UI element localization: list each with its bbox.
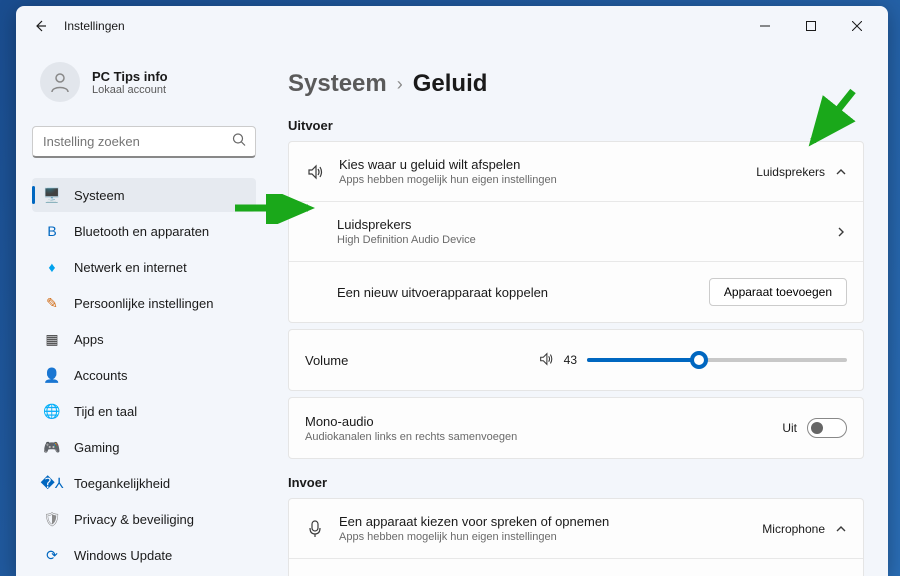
nav-icon: ♦	[44, 259, 60, 275]
minimize-icon	[760, 21, 770, 31]
sidebar-item-windows-update[interactable]: ⟳ Windows Update	[32, 538, 256, 572]
sidebar: PC Tips info Lokaal account 🖥️ Systeem B Bl…	[16, 46, 264, 576]
sidebar-item-label: Tijd en taal	[74, 404, 137, 419]
window-controls	[742, 10, 880, 42]
main-panel: Systeem › Geluid Uitvoer Kies waar u gel…	[264, 46, 888, 576]
toggle-state-label: Uit	[782, 421, 797, 435]
output-choose-row[interactable]: Kies waar u geluid wilt afspelen Apps he…	[289, 142, 863, 202]
sidebar-item-persoonlijke-instellingen[interactable]: ✎ Persoonlijke instellingen	[32, 286, 256, 320]
sidebar-item-tijd-en-taal[interactable]: 🌐 Tijd en taal	[32, 394, 256, 428]
nav-icon: 🎮	[44, 439, 60, 455]
sidebar-item-label: Privacy & beveiliging	[74, 512, 194, 527]
sidebar-item-toegankelijkheid[interactable]: �⅄ Toegankelijkheid	[32, 466, 256, 500]
volume-group: Volume 43	[288, 329, 864, 391]
output-device-value: Luidsprekers	[756, 165, 825, 179]
sidebar-item-netwerk-en-internet[interactable]: ♦ Netwerk en internet	[32, 250, 256, 284]
row-subtitle: Audiokanalen links en rechts samenvoegen	[305, 431, 768, 443]
nav-icon: 🖥️	[44, 187, 60, 203]
input-choose-row[interactable]: Een apparaat kiezen voor spreken of opne…	[289, 499, 863, 559]
arrow-left-icon	[32, 18, 48, 34]
mono-audio-toggle[interactable]	[807, 418, 847, 438]
content: PC Tips info Lokaal account 🖥️ Systeem B Bl…	[16, 46, 888, 576]
row-title: Een apparaat kiezen voor spreken of opne…	[339, 514, 748, 529]
user-name: PC Tips info	[92, 69, 168, 84]
close-button[interactable]	[834, 10, 880, 42]
nav-icon: �⅄	[44, 475, 60, 491]
user-account-type: Lokaal account	[92, 84, 168, 96]
row-title: Luidsprekers	[337, 217, 821, 232]
nav-list: 🖥️ Systeem B Bluetooth en apparaten ♦ Netwerk…	[32, 178, 256, 572]
sidebar-item-label: Gaming	[74, 440, 120, 455]
sidebar-item-label: Windows Update	[74, 548, 172, 563]
sidebar-item-bluetooth-en-apparaten[interactable]: B Bluetooth en apparaten	[32, 214, 256, 248]
sidebar-item-label: Bluetooth en apparaten	[74, 224, 209, 239]
sidebar-item-gaming[interactable]: 🎮 Gaming	[32, 430, 256, 464]
mono-audio-row: Mono-audio Audiokanalen links en rechts …	[289, 398, 863, 458]
microphone-row[interactable]: Microphone High Definition Audio Device	[289, 559, 863, 576]
section-title-output: Uitvoer	[288, 118, 864, 133]
mono-group: Mono-audio Audiokanalen links en rechts …	[288, 397, 864, 459]
minimize-button[interactable]	[742, 10, 788, 42]
microphone-icon	[305, 520, 325, 538]
add-device-button[interactable]: Apparaat toevoegen	[709, 278, 847, 306]
sidebar-item-label: Persoonlijke instellingen	[74, 296, 213, 311]
search-icon	[232, 133, 246, 152]
search-field	[32, 126, 256, 158]
search-input[interactable]	[32, 126, 256, 158]
sidebar-item-label: Apps	[74, 332, 104, 347]
nav-icon: 🌐	[44, 403, 60, 419]
user-info[interactable]: PC Tips info Lokaal account	[32, 62, 256, 102]
speakers-row[interactable]: Luidsprekers High Definition Audio Devic…	[289, 202, 863, 262]
sidebar-item-privacy-beveiliging[interactable]: 🛡 Privacy & beveiliging	[32, 502, 256, 536]
avatar	[40, 62, 80, 102]
sidebar-item-accounts[interactable]: 👤 Accounts	[32, 358, 256, 392]
output-device-group: Kies waar u geluid wilt afspelen Apps he…	[288, 141, 864, 323]
volume-row: Volume 43	[289, 330, 863, 390]
speaker-icon	[538, 351, 554, 370]
sidebar-item-label: Systeem	[74, 188, 125, 203]
back-button[interactable]	[24, 10, 56, 42]
sidebar-item-apps[interactable]: ▦ Apps	[32, 322, 256, 356]
row-subtitle: Apps hebben mogelijk hun eigen instellin…	[339, 174, 742, 186]
nav-icon: ⟳	[44, 547, 60, 563]
window-title: Instellingen	[64, 19, 742, 33]
nav-icon: B	[44, 223, 60, 239]
volume-slider[interactable]	[587, 358, 847, 362]
breadcrumb-parent[interactable]: Systeem	[288, 70, 387, 98]
nav-icon: 🛡	[44, 511, 60, 527]
person-icon	[48, 70, 72, 94]
chevron-up-icon	[835, 523, 847, 535]
breadcrumb-current: Geluid	[413, 70, 488, 98]
close-icon	[852, 21, 862, 31]
maximize-button[interactable]	[788, 10, 834, 42]
nav-icon: 👤	[44, 367, 60, 383]
chevron-right-icon	[835, 226, 847, 238]
sidebar-item-label: Netwerk en internet	[74, 260, 187, 275]
sidebar-item-label: Toegankelijkheid	[74, 476, 170, 491]
row-subtitle: High Definition Audio Device	[337, 234, 821, 246]
section-title-input: Invoer	[288, 475, 864, 490]
chevron-right-icon: ›	[397, 74, 403, 95]
input-device-group: Een apparaat kiezen voor spreken of opne…	[288, 498, 864, 576]
row-title: Kies waar u geluid wilt afspelen	[339, 157, 742, 172]
row-title: Volume	[305, 353, 524, 368]
input-device-value: Microphone	[762, 522, 825, 536]
settings-window: Instellingen PC Tips info Lokaal account	[16, 6, 888, 576]
maximize-icon	[806, 21, 816, 31]
row-subtitle: Apps hebben mogelijk hun eigen instellin…	[339, 531, 748, 543]
chevron-up-icon	[835, 166, 847, 178]
sidebar-item-systeem[interactable]: 🖥️ Systeem	[32, 178, 256, 212]
row-title: Mono-audio	[305, 414, 768, 429]
row-title: Een nieuw uitvoerapparaat koppelen	[337, 285, 695, 300]
nav-icon: ▦	[44, 331, 60, 347]
sidebar-item-label: Accounts	[74, 368, 127, 383]
breadcrumb: Systeem › Geluid	[288, 70, 864, 98]
nav-icon: ✎	[44, 295, 60, 311]
speaker-icon	[305, 163, 325, 181]
volume-value: 43	[564, 353, 577, 367]
titlebar: Instellingen	[16, 6, 888, 46]
pair-output-row: Een nieuw uitvoerapparaat koppelen Appar…	[289, 262, 863, 322]
